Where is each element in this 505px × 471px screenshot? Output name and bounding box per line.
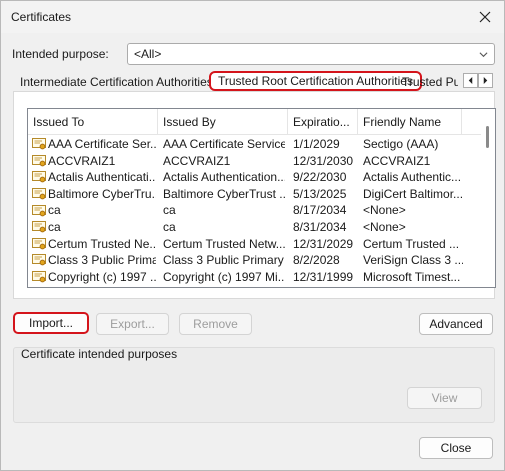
cell-friendly-name: Certum Trusted ... [363,236,460,251]
certificate-icon [32,188,48,200]
remove-button[interactable]: Remove [179,313,252,335]
intended-purpose-label: Intended purpose: [12,47,109,61]
cell-issued-to: ACCVRAIZ1 [32,153,156,170]
list-rows: AAA Certificate Ser... AAA Certificate Se… [28,136,468,285]
certificate-icon [32,204,48,217]
tab-scroll-left-icon[interactable] [463,73,478,88]
certificate-icon [32,271,48,283]
cell-friendly-name: Actalis Authentic... [363,170,462,185]
scrollbar-thumb[interactable] [486,126,489,148]
issued-to-text: Baltimore CyberTru... [48,186,156,201]
cell-expiration: 1/1/2029 [293,137,340,151]
cell-issued-to: Baltimore CyberTru... [32,186,156,203]
view-button[interactable]: View [407,387,482,409]
cell-issued-by: ca [163,203,176,218]
cell-expiration: 9/22/2030 [293,170,347,185]
cell-expiration: 8/31/2034 [293,219,347,234]
issued-to-text: ACCVRAIZ1 [48,153,116,168]
issued-to-text: Certum Trusted Ne... [48,236,156,251]
cell-issued-by: Certum Trusted Netw... [163,236,285,251]
certificate-icon [32,237,48,250]
cell-issued-to: Copyright (c) 1997 ... [32,269,156,286]
cell-issued-to: Certum Trusted Ne... [32,236,156,253]
intended-purpose-dropdown[interactable]: <All> [127,43,495,65]
export-button[interactable]: Export... [96,313,169,335]
table-row[interactable]: Baltimore CyberTru... Baltimore CyberTrus… [28,186,468,203]
window-title: Certificates [11,10,72,24]
column-issued-by[interactable]: Issued By [158,109,288,135]
column-expiration[interactable]: Expiratio... [288,109,358,135]
cell-friendly-name: VeriSign Class 3 ... [363,253,463,268]
table-row[interactable]: Class 3 Public Prima... Class 3 Public Pr… [28,252,468,269]
close-button[interactable]: Close [419,437,493,459]
table-row[interactable]: ACCVRAIZ1 ACCVRAIZ1 12/31/2030 ACCVRAIZ1 [28,153,468,170]
cell-friendly-name: DigiCert Baltimor... [363,186,463,201]
certificate-intended-purposes-group: Certificate intended purposes View [13,347,495,423]
cell-issued-to: Class 3 Public Prima... [32,252,156,269]
cell-issued-to: AAA Certificate Ser... [32,136,156,153]
cell-issued-by: Baltimore CyberTrust ... [163,186,285,201]
table-row[interactable]: ca ca 8/17/2034 <None> [28,202,468,219]
cell-issued-by: ACCVRAIZ1 [163,153,231,168]
group-title: Certificate intended purposes [21,347,178,361]
certificate-icon [32,154,48,167]
table-row[interactable]: ca ca 8/31/2034 <None> [28,219,468,236]
vertical-scrollbar[interactable] [481,109,495,287]
cell-issued-by: ca [163,219,176,234]
column-friendly-name[interactable]: Friendly Name [358,109,462,135]
chevron-down-icon [479,52,488,58]
certificates-dialog: Certificates Intended purpose: <All> Int… [0,0,505,471]
certificate-icon [32,138,48,150]
cell-friendly-name: <None> [363,219,406,234]
issued-to-text: Class 3 Public Prima... [48,253,156,268]
cell-issued-to: ca [32,219,156,236]
table-row[interactable]: AAA Certificate Ser... AAA Certificate Se… [28,136,468,153]
certificate-list[interactable]: Issued To Issued By Expiratio... Friendl… [27,108,496,288]
certificate-icon [32,254,48,266]
intended-purpose-value: <All> [134,47,162,61]
cell-issued-to: ca [32,202,156,219]
cell-issued-to: Actalis Authenticati... [32,169,156,186]
cell-issued-by: Class 3 Public Primary ... [163,253,285,268]
cell-issued-by: AAA Certificate Services [163,137,285,151]
cell-friendly-name: <None> [363,203,406,218]
cell-issued-by: Actalis Authentication... [163,170,285,185]
cell-expiration: 8/2/2028 [293,253,340,268]
list-header: Issued To Issued By Expiratio... Friendl… [28,109,495,135]
import-button[interactable]: Import... [13,312,89,334]
cell-expiration: 12/31/2029 [293,236,354,251]
issued-to-text: Copyright (c) 1997 ... [48,269,156,284]
cell-expiration: 12/31/1999 [293,269,354,284]
cell-friendly-name: Microsoft Timest... [363,269,461,284]
close-icon[interactable] [472,5,498,29]
cell-expiration: 12/31/2030 [293,153,354,168]
cell-expiration: 5/13/2025 [293,186,347,201]
tab-panel: Issued To Issued By Expiratio... Friendl… [13,91,496,299]
column-issued-to[interactable]: Issued To [28,109,158,135]
certificate-icon [32,171,48,183]
tab-trusted-publishers[interactable]: Trusted Publishers [402,73,458,91]
title-bar: Certificates [1,1,504,33]
issued-to-text: Actalis Authenticati... [48,170,156,185]
issued-to-text: ca [48,203,61,218]
tab-intermediate-ca[interactable]: Intermediate Certification Authorities [20,73,213,91]
issued-to-text: ca [48,219,61,234]
cell-expiration: 8/17/2034 [293,203,347,218]
cell-issued-by: Copyright (c) 1997 Mi... [163,269,285,284]
tab-trusted-root-ca[interactable]: Trusted Root Certification Authorities [209,71,422,91]
certificate-icon [32,221,48,233]
table-row[interactable]: Copyright (c) 1997 ... Copyright (c) 1997… [28,269,468,286]
table-row[interactable]: Certum Trusted Ne... Certum Trusted Netw.… [28,236,468,253]
cell-friendly-name: Sectigo (AAA) [363,137,439,151]
issued-to-text: AAA Certificate Ser... [48,137,156,151]
advanced-button[interactable]: Advanced [419,313,493,335]
cell-friendly-name: ACCVRAIZ1 [363,153,431,168]
tab-strip: Intermediate Certification Authorities T… [13,71,493,91]
tab-scroll-right-icon[interactable] [478,73,493,88]
table-row[interactable]: Actalis Authenticati... Actalis Authentic… [28,169,468,186]
